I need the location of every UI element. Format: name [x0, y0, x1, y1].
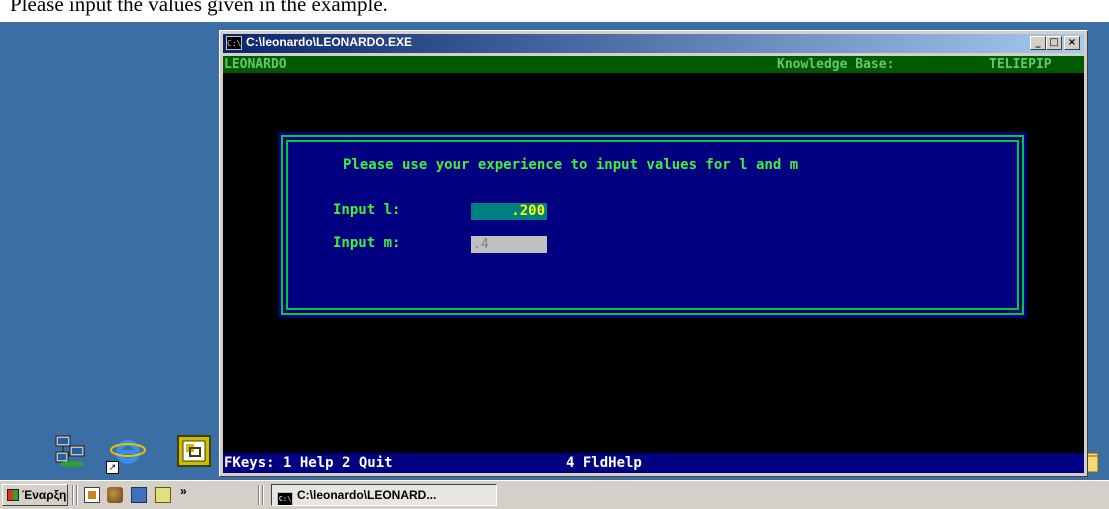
document-top-text: Please input the values given in the exa… [10, 0, 388, 16]
taskbar: Έναρξη » C:\ C:\leonardo\LEONARD... [0, 480, 1109, 509]
quicklaunch-more-button[interactable]: » [180, 484, 187, 498]
task-button-leonardo[interactable]: C:\ C:\leonardo\LEONARD... [271, 484, 497, 506]
start-label: Έναρξη [22, 488, 67, 502]
minimize-button[interactable]: _ [1030, 36, 1046, 50]
input-l-label: Input l: [333, 202, 401, 218]
function-keys-bar: FKeys: 1 Help 2 Quit 4 FldHelp [223, 453, 1084, 473]
network-icon[interactable] [131, 487, 147, 503]
input-dialog: Please use your experience to input valu… [278, 132, 1027, 318]
fkeys-fldhelp: 4 FldHelp [566, 455, 642, 471]
ms-dos-icon[interactable] [176, 434, 212, 470]
maximize-button[interactable]: □ [1046, 36, 1062, 50]
input-m-field[interactable]: .4 [471, 236, 547, 253]
window-titlebar[interactable]: C:\ C:\leonardo\LEONARDO.EXE _ □ × [223, 34, 1084, 53]
window-title: C:\leonardo\LEONARDO.EXE [246, 35, 413, 49]
shortcut-arrow-icon: ↗ [106, 461, 119, 474]
fkeys-help-quit: FKeys: 1 Help 2 Quit [224, 455, 393, 471]
document-top-strip: Please input the values given in the exa… [0, 0, 1109, 22]
knowledge-base-label: Knowledge Base: [777, 57, 895, 72]
taskbar-separator [258, 485, 260, 505]
task-button-label: C:\leonardo\LEONARD... [297, 488, 437, 502]
console-area[interactable]: LEONARDO Knowledge Base: TELIEPIP Please… [223, 56, 1084, 473]
dialog-prompt: Please use your experience to input valu… [343, 157, 799, 173]
input-l-field[interactable]: .200 [471, 203, 547, 220]
app-header-bar: LEONARDO Knowledge Base: TELIEPIP [223, 56, 1084, 73]
console-task-icon: C:\ [277, 492, 293, 505]
console-window: C:\ C:\leonardo\LEONARDO.EXE _ □ × LEONA… [219, 30, 1088, 477]
console-system-icon[interactable]: C:\ [226, 36, 242, 50]
app-name: LEONARDO [224, 57, 287, 72]
show-desktop-icon[interactable] [84, 487, 100, 503]
knowledge-base-value: TELIEPIP [989, 57, 1052, 72]
start-button[interactable]: Έναρξη [2, 484, 68, 506]
windows-logo-icon [7, 489, 19, 501]
internet-explorer-icon[interactable]: ↗ [106, 434, 146, 474]
taskbar-separator [76, 485, 78, 505]
close-button[interactable]: × [1064, 36, 1080, 50]
taskbar-separator [72, 485, 74, 505]
scheduler-icon[interactable] [155, 487, 171, 503]
taskbar-separator [262, 485, 264, 505]
address-book-icon[interactable] [107, 487, 123, 503]
network-neighborhood-icon[interactable] [52, 432, 88, 468]
input-m-label: Input m: [333, 235, 401, 251]
